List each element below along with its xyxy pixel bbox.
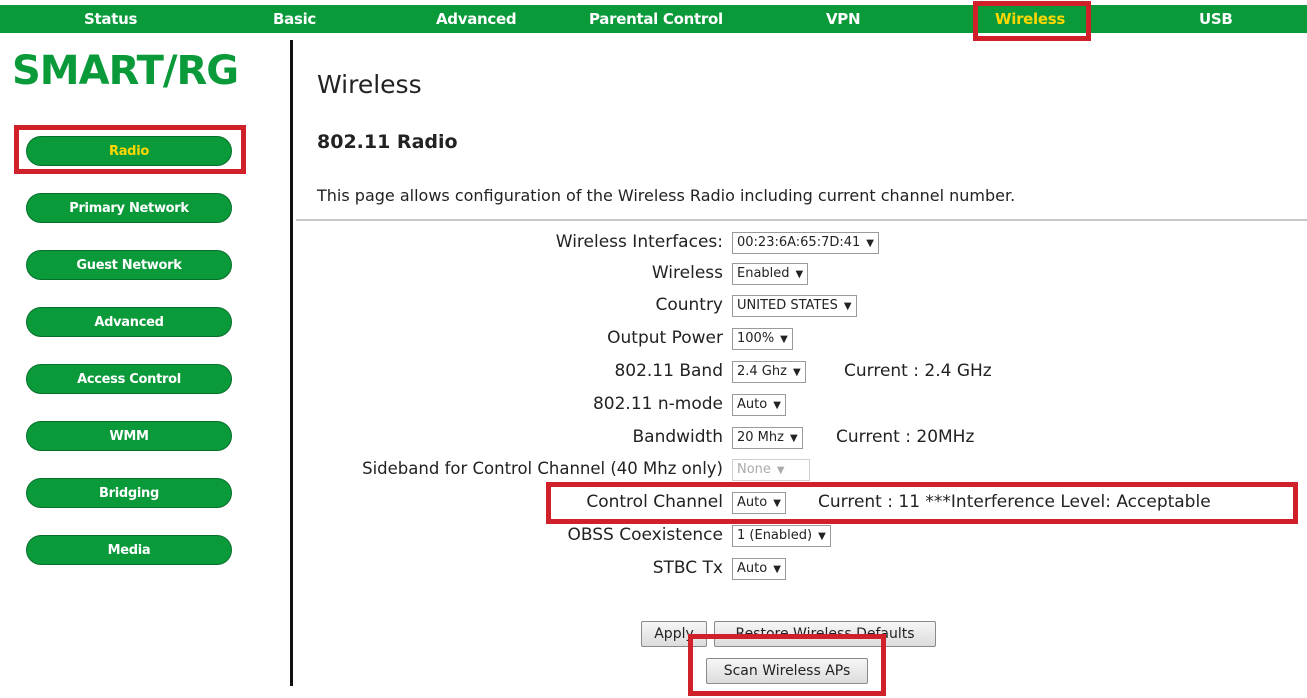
n-mode-label: 802.11 n-mode [592, 394, 723, 414]
obss-select[interactable]: 1 (Enabled) ▼ [732, 525, 831, 547]
dropdown-arrow-icon: ▼ [843, 301, 852, 312]
stbc-select[interactable]: Auto ▼ [732, 558, 786, 580]
wireless-interfaces-label: Wireless Interfaces: [555, 232, 723, 252]
sidebar-item-wmm[interactable]: WMM [26, 421, 232, 451]
dropdown-arrow-icon: ▼ [795, 269, 804, 280]
dropdown-arrow-icon: ▼ [773, 400, 781, 411]
wireless-label: Wireless [651, 263, 723, 283]
nav-parental-control[interactable]: Parental Control [589, 5, 723, 33]
sidebar-divider [290, 40, 293, 686]
nav-status[interactable]: Status [84, 5, 137, 33]
band-label: 802.11 Band [614, 361, 723, 381]
bandwidth-label: Bandwidth [632, 427, 723, 447]
highlight-scan-button [688, 634, 886, 696]
highlight-control-channel [546, 482, 1298, 524]
wireless-interfaces-select[interactable]: 00:23:6A:65:7D:41 ▼ [732, 232, 879, 254]
page-description: This page allows configuration of the Wi… [317, 186, 1016, 205]
dropdown-arrow-icon: ▼ [773, 564, 781, 575]
sidebar-item-primary-network[interactable]: Primary Network [26, 193, 232, 223]
dropdown-arrow-icon: ▼ [776, 465, 785, 476]
dropdown-arrow-icon: ▼ [789, 433, 798, 444]
sidebar-item-access-control[interactable]: Access Control [26, 364, 232, 394]
sidebar-item-advanced[interactable]: Advanced [26, 307, 232, 337]
country-select[interactable]: UNITED STATES ▼ [732, 295, 857, 317]
highlight-wireless-tab [973, 1, 1091, 41]
sideband-select[interactable]: None ▼ [732, 459, 810, 481]
dropdown-arrow-icon: ▼ [780, 334, 788, 345]
stbc-label: STBC Tx [652, 558, 723, 578]
nav-basic[interactable]: Basic [273, 5, 316, 33]
nav-vpn[interactable]: VPN [826, 5, 861, 33]
sidebar-item-media[interactable]: Media [26, 535, 232, 565]
page-title: Wireless [317, 70, 422, 99]
sideband-label: Sideband for Control Channel (40 Mhz onl… [362, 459, 723, 478]
smartrg-logo: SMART/RG [12, 48, 239, 94]
nav-advanced[interactable]: Advanced [436, 5, 517, 33]
bandwidth-current: Current : 20MHz [836, 427, 975, 447]
section-title: 802.11 Radio [317, 131, 458, 153]
nav-usb[interactable]: USB [1199, 5, 1233, 33]
sidebar-item-guest-network[interactable]: Guest Network [26, 250, 232, 280]
divider [296, 219, 1307, 221]
n-mode-select[interactable]: Auto ▼ [732, 394, 786, 416]
wireless-select[interactable]: Enabled ▼ [732, 263, 809, 285]
country-label: Country [655, 295, 723, 315]
bandwidth-select[interactable]: 20 Mhz ▼ [732, 427, 803, 449]
dropdown-arrow-icon: ▼ [866, 238, 874, 249]
dropdown-arrow-icon: ▼ [818, 531, 826, 542]
obss-label: OBSS Coexistence [567, 525, 723, 545]
output-power-select[interactable]: 100% ▼ [732, 328, 793, 350]
highlight-radio [14, 125, 246, 174]
band-select[interactable]: 2.4 Ghz ▼ [732, 361, 806, 383]
top-nav: Status Basic Advanced Parental Control V… [0, 0, 1307, 38]
dropdown-arrow-icon: ▼ [792, 367, 801, 378]
band-current: Current : 2.4 GHz [844, 361, 992, 381]
output-power-label: Output Power [607, 328, 723, 348]
sidebar-item-bridging[interactable]: Bridging [26, 478, 232, 508]
